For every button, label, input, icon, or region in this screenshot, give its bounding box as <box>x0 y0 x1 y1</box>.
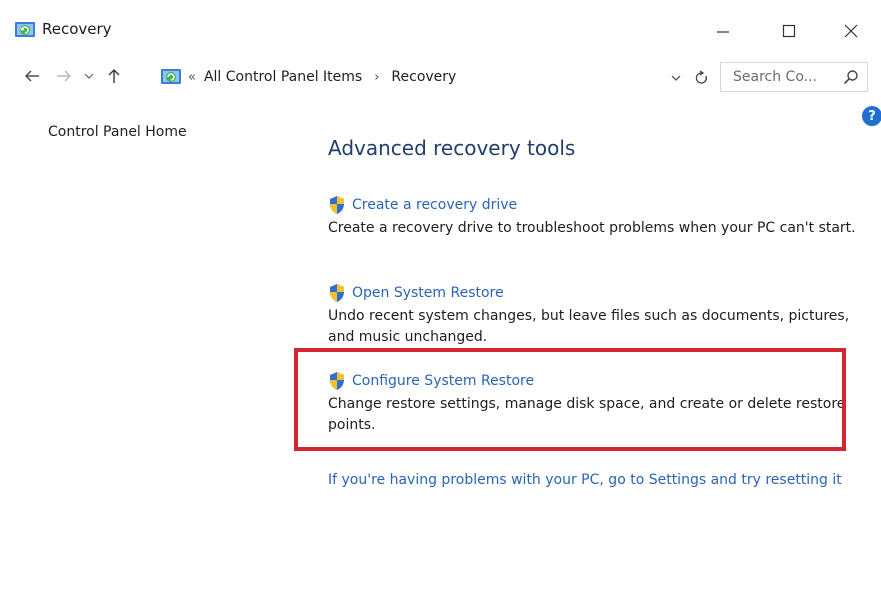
back-button[interactable] <box>18 62 46 90</box>
up-button[interactable] <box>100 62 128 90</box>
arrow-left-icon <box>25 70 39 82</box>
close-button[interactable] <box>828 14 874 48</box>
tool-open-system-restore: Open System Restore Undo recent system c… <box>328 282 873 348</box>
maximize-button[interactable] <box>766 14 812 48</box>
tool-link-row[interactable]: Create a recovery drive <box>328 194 873 216</box>
window-title: Recovery <box>42 20 112 38</box>
create-recovery-drive-link[interactable]: Create a recovery drive <box>352 197 517 213</box>
arrow-right-icon <box>57 70 71 82</box>
refresh-button[interactable] <box>690 66 714 90</box>
breadcrumb-recovery[interactable]: Recovery <box>391 69 456 85</box>
forward-button[interactable] <box>50 62 78 90</box>
open-system-restore-description: Undo recent system changes, but leave fi… <box>328 308 850 345</box>
address-bar[interactable]: « All Control Panel Items › Recovery <box>160 64 660 90</box>
title-bar: Recovery <box>0 0 881 54</box>
breadcrumb-separator[interactable]: › <box>374 70 379 85</box>
control-panel-home-link[interactable]: Control Panel Home <box>48 124 187 140</box>
maximize-icon <box>782 24 796 38</box>
main-content: Advanced recovery tools Create a recover… <box>328 134 873 433</box>
control-panel-icon <box>160 67 182 87</box>
uac-shield-icon <box>328 283 346 303</box>
tool-link-row[interactable]: Open System Restore <box>328 282 873 304</box>
address-overflow-chevron[interactable]: « <box>188 70 196 85</box>
left-navigation-pane: Control Panel Home <box>48 124 187 140</box>
uac-shield-icon <box>328 195 346 215</box>
recovery-window: Recovery « All Control Panel Items › Rec… <box>0 0 881 589</box>
chevron-down-icon <box>84 73 94 79</box>
create-recovery-drive-description: Create a recovery drive to troubleshoot … <box>328 220 856 236</box>
help-icon[interactable]: ? <box>862 106 881 126</box>
close-icon <box>844 24 858 38</box>
search-input[interactable]: Search Co... <box>720 62 868 92</box>
minimize-button[interactable] <box>700 14 746 48</box>
address-dropdown-button[interactable] <box>666 66 686 90</box>
tool-create-recovery-drive: Create a recovery drive Create a recover… <box>328 194 873 239</box>
search-placeholder: Search Co... <box>733 69 817 85</box>
reset-pc-link[interactable]: If you're having problems with your PC, … <box>328 470 873 491</box>
search-icon[interactable] <box>843 69 859 85</box>
refresh-icon <box>695 70 708 84</box>
minimize-icon <box>717 31 729 33</box>
navigation-bar: « All Control Panel Items › Recovery Sea… <box>0 58 881 94</box>
recovery-app-icon <box>14 20 36 40</box>
chevron-down-icon <box>671 75 681 81</box>
highlight-box <box>294 348 846 451</box>
page-heading: Advanced recovery tools <box>328 136 576 160</box>
arrow-up-icon <box>108 69 120 83</box>
open-system-restore-link[interactable]: Open System Restore <box>352 285 504 301</box>
recent-locations-button[interactable] <box>80 62 98 90</box>
breadcrumb-all-control-panel-items[interactable]: All Control Panel Items <box>204 69 362 85</box>
